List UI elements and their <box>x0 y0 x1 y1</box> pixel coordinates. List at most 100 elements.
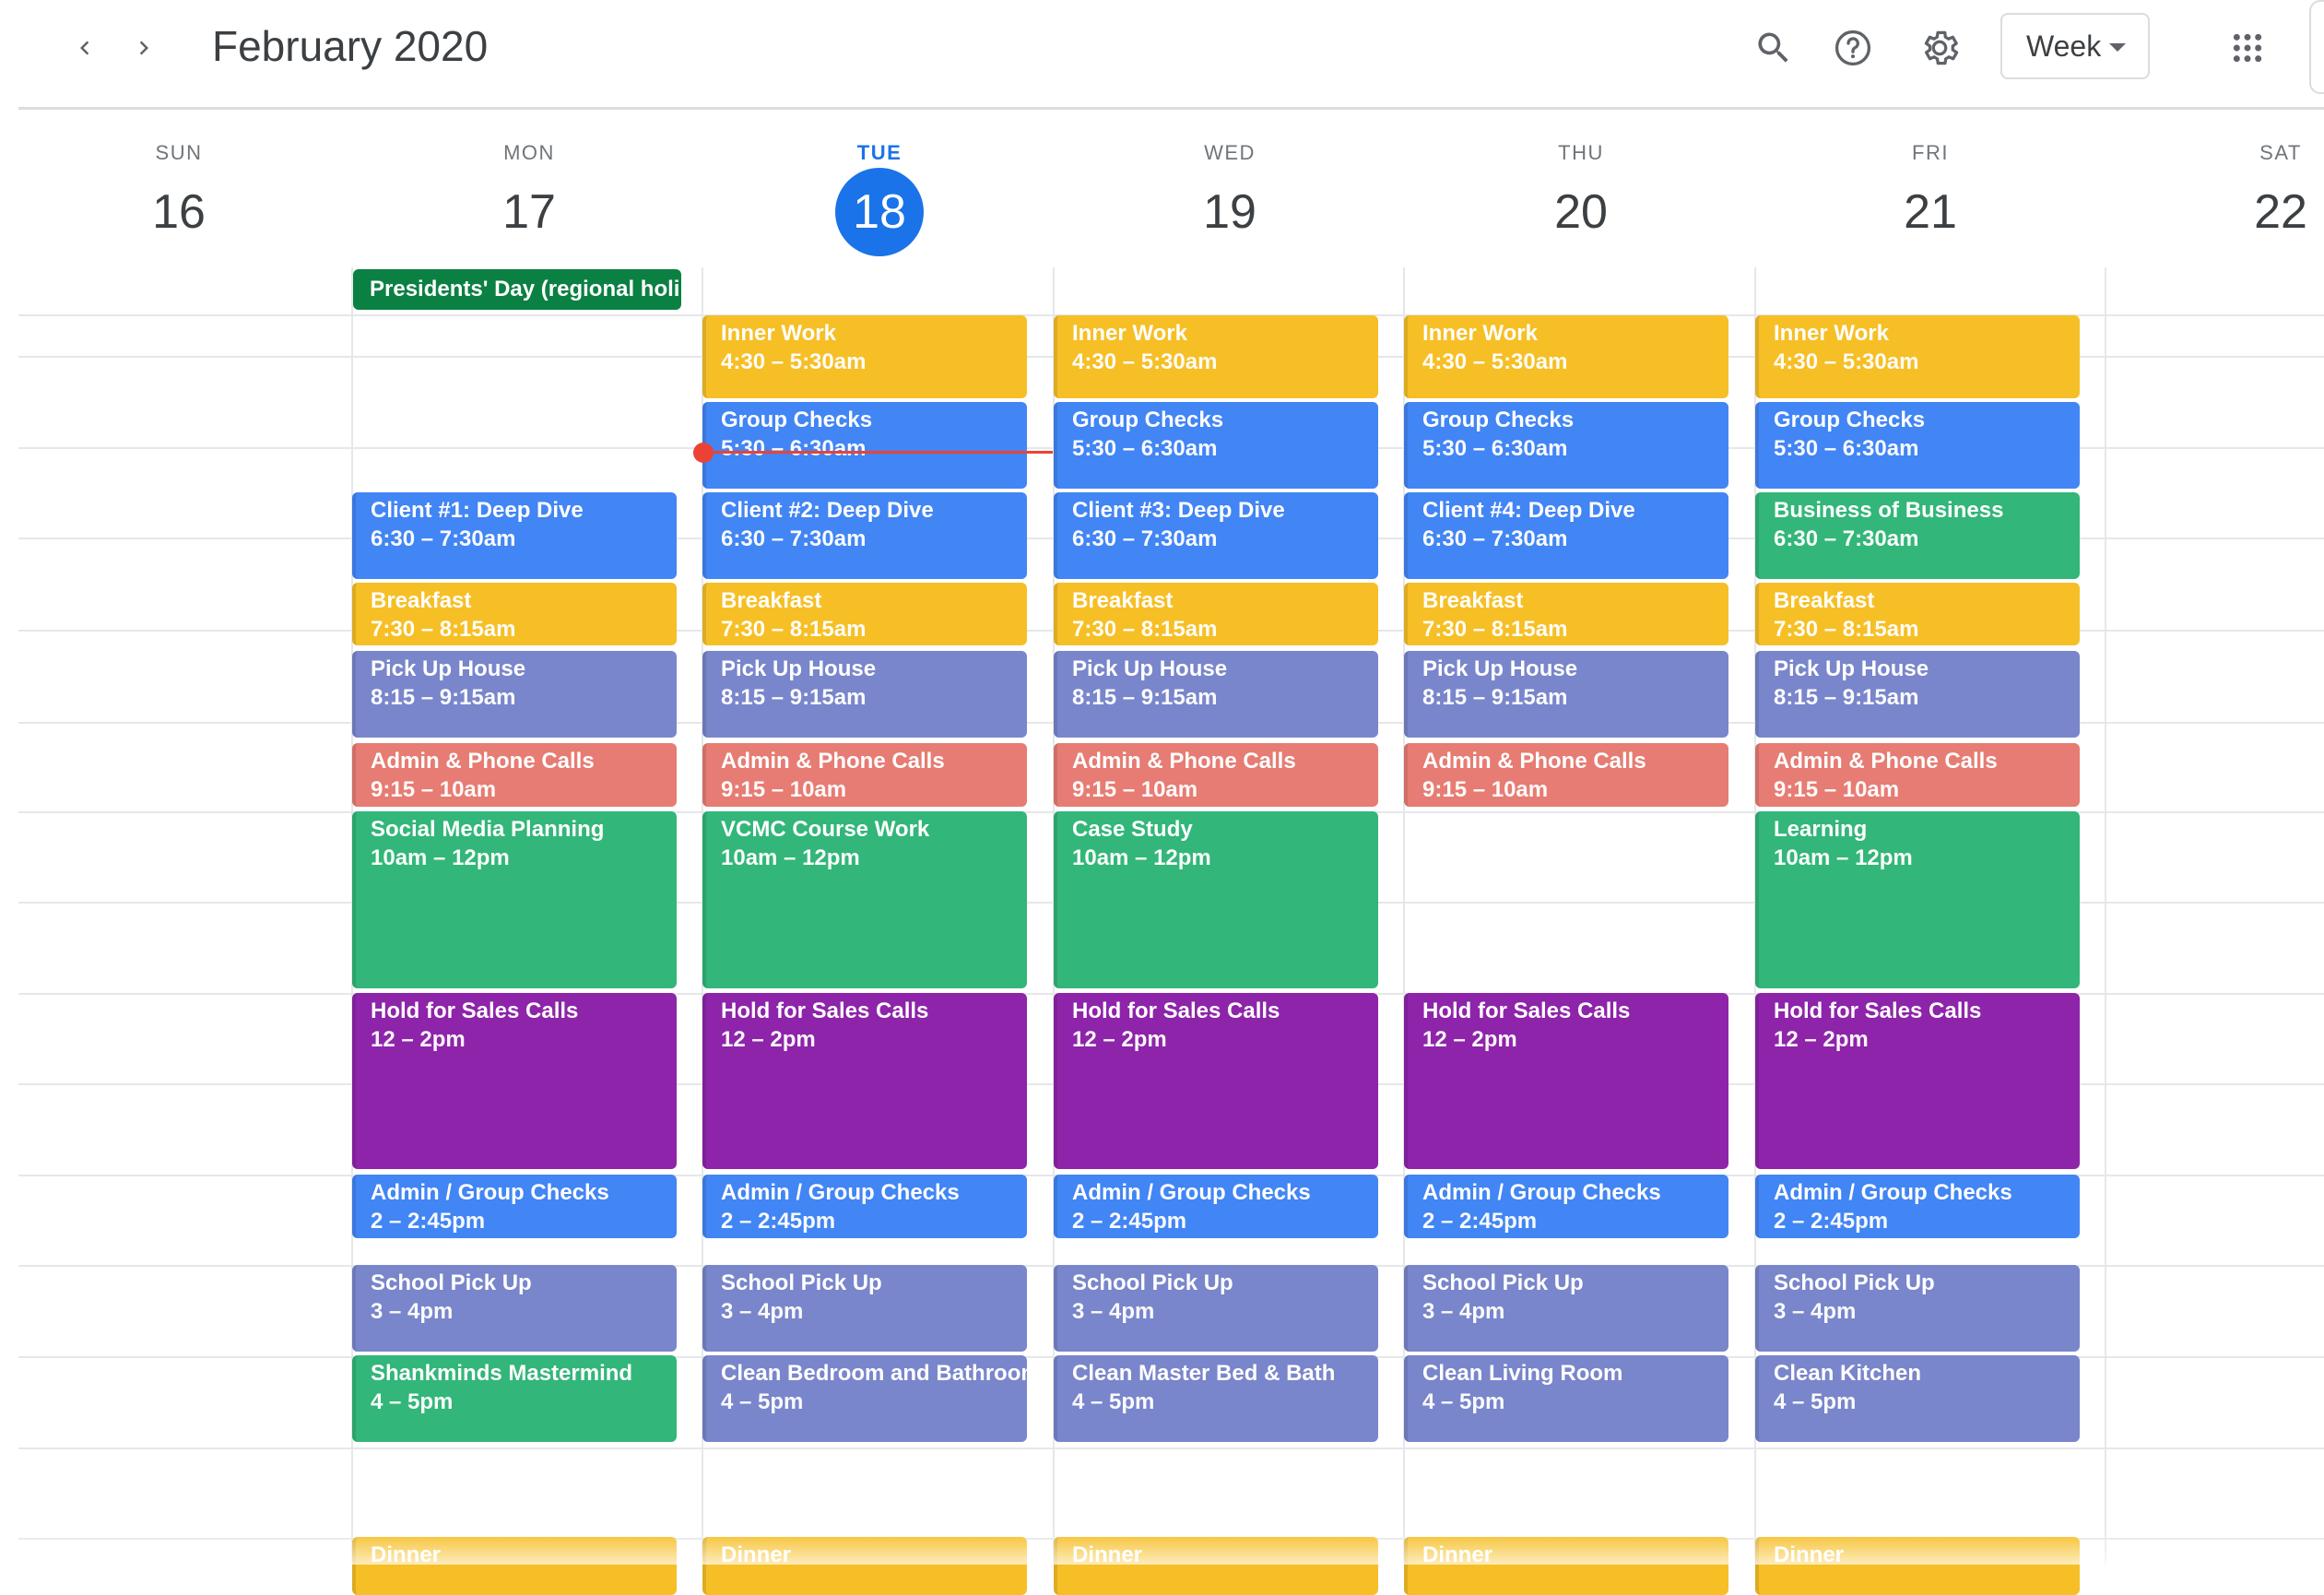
previous-week-button[interactable] <box>57 20 112 76</box>
calendar-event[interactable]: Social Media Planning 10am – 12pm <box>352 811 677 988</box>
calendar-event[interactable]: Hold for Sales Calls 12 – 2pm <box>702 993 1027 1169</box>
calendar-event[interactable]: Business of Business 6:30 – 7:30am <box>1755 492 2080 579</box>
calendar-event[interactable]: Learning 10am – 12pm <box>1755 811 2080 988</box>
event-time: 5:30 – 6:30am <box>1072 436 1218 461</box>
day-number-thu[interactable]: 20 <box>1526 183 1636 242</box>
calendar-event[interactable]: Admin & Phone Calls 9:15 – 10am <box>352 743 677 807</box>
event-title: VCMC Course Work <box>721 817 930 842</box>
event-title: Breakfast <box>1422 588 1524 613</box>
calendar-event[interactable]: Client #2: Deep Dive 6:30 – 7:30am <box>702 492 1027 579</box>
calendar-event[interactable]: Hold for Sales Calls 12 – 2pm <box>352 993 677 1169</box>
day-number-sun[interactable]: 16 <box>124 183 234 242</box>
event-time: 8:15 – 9:15am <box>1422 685 1568 710</box>
calendar-event[interactable]: Admin / Group Checks 2 – 2:45pm <box>702 1175 1027 1238</box>
calendar-event[interactable]: School Pick Up 3 – 4pm <box>1054 1265 1378 1352</box>
calendar-event[interactable]: Admin & Phone Calls 9:15 – 10am <box>1054 743 1378 807</box>
calendar-event[interactable]: Group Checks 5:30 – 6:30am <box>1404 402 1728 489</box>
settings-button[interactable] <box>1910 18 1969 77</box>
calendar-event[interactable]: Admin / Group Checks 2 – 2:45pm <box>1054 1175 1378 1238</box>
calendar-event[interactable]: Breakfast 7:30 – 8:15am <box>702 583 1027 645</box>
calendar-event[interactable]: Group Checks 5:30 – 6:30am <box>1054 402 1378 489</box>
event-title: Shankminds Mastermind <box>371 1361 633 1386</box>
view-switcher-dropdown[interactable]: Week <box>2000 13 2150 79</box>
event-time: 2 – 2:45pm <box>721 1209 836 1234</box>
calendar-event[interactable]: Admin / Group Checks 2 – 2:45pm <box>1404 1175 1728 1238</box>
day-number-tue[interactable]: 18 <box>824 183 935 242</box>
event-title: Group Checks <box>721 408 873 432</box>
calendar-event[interactable]: Admin / Group Checks 2 – 2:45pm <box>352 1175 677 1238</box>
calendar-event[interactable]: School Pick Up 3 – 4pm <box>352 1265 677 1352</box>
calendar-event[interactable]: Clean Living Room 4 – 5pm <box>1404 1355 1728 1442</box>
event-time: 9:15 – 10am <box>1774 777 1900 802</box>
calendar-event[interactable]: Admin / Group Checks 2 – 2:45pm <box>1755 1175 2080 1238</box>
calendar-event[interactable]: Hold for Sales Calls 12 – 2pm <box>1404 993 1728 1169</box>
event-title: Hold for Sales Calls <box>1422 998 1631 1023</box>
calendar-event[interactable]: Client #1: Deep Dive 6:30 – 7:30am <box>352 492 677 579</box>
all-day-event[interactable]: Presidents' Day (regional holi <box>353 269 681 310</box>
day-number-sat[interactable]: 22 <box>2225 183 2324 242</box>
calendar-event[interactable]: Inner Work 4:30 – 5:30am <box>1054 315 1378 398</box>
hour-gridline <box>18 1447 2324 1449</box>
calendar-event[interactable]: Group Checks 5:30 – 6:30am <box>1755 402 2080 489</box>
day-number-mon[interactable]: 17 <box>474 183 584 242</box>
event-title: School Pick Up <box>371 1270 532 1295</box>
calendar-event[interactable]: Admin & Phone Calls 9:15 – 10am <box>1755 743 2080 807</box>
chevron-left-icon <box>80 41 89 55</box>
search-button[interactable] <box>1744 18 1803 77</box>
calendar-event[interactable]: Breakfast 7:30 – 8:15am <box>1404 583 1728 645</box>
calendar-event[interactable]: Pick Up House 8:15 – 9:15am <box>702 651 1027 738</box>
calendar-event[interactable]: Inner Work 4:30 – 5:30am <box>1755 315 2080 398</box>
event-time: 6:30 – 7:30am <box>1422 526 1568 551</box>
calendar-event[interactable]: Pick Up House 8:15 – 9:15am <box>1755 651 2080 738</box>
event-title: Admin / Group Checks <box>1774 1180 2012 1205</box>
day-number-wed[interactable]: 19 <box>1174 183 1285 242</box>
event-title: School Pick Up <box>1072 1270 1233 1295</box>
event-time: 8:15 – 9:15am <box>1774 685 1919 710</box>
day-column-divider <box>2105 267 2106 1565</box>
event-title: Pick Up House <box>371 656 526 681</box>
event-title: Admin / Group Checks <box>1072 1180 1311 1205</box>
event-time: 10am – 12pm <box>1072 845 1211 870</box>
event-title: School Pick Up <box>721 1270 882 1295</box>
event-time: 7:30 – 8:15am <box>721 617 867 642</box>
day-name-mon: MON <box>503 141 555 164</box>
calendar-event[interactable]: Pick Up House 8:15 – 9:15am <box>352 651 677 738</box>
event-time: 9:15 – 10am <box>1072 777 1198 802</box>
calendar-event[interactable]: Clean Bedroom and Bathroom 4 – 5pm <box>702 1355 1027 1442</box>
help-button[interactable] <box>1823 18 1882 77</box>
calendar-event[interactable]: Inner Work 4:30 – 5:30am <box>702 315 1027 398</box>
event-title: Hold for Sales Calls <box>371 998 579 1023</box>
calendar-event[interactable]: Client #3: Deep Dive 6:30 – 7:30am <box>1054 492 1378 579</box>
calendar-event[interactable]: Clean Kitchen 4 – 5pm <box>1755 1355 2080 1442</box>
calendar-event[interactable]: School Pick Up 3 – 4pm <box>702 1265 1027 1352</box>
calendar-event[interactable]: Client #4: Deep Dive 6:30 – 7:30am <box>1404 492 1728 579</box>
calendar-event[interactable]: Hold for Sales Calls 12 – 2pm <box>1054 993 1378 1169</box>
event-time: 9:15 – 10am <box>371 777 497 802</box>
event-time: 7:30 – 8:15am <box>1774 617 1919 642</box>
calendar-event[interactable]: Inner Work 4:30 – 5:30am <box>1404 315 1728 398</box>
view-switcher-label: Week <box>2026 29 2102 63</box>
event-title: Inner Work <box>1422 321 1538 346</box>
calendar-event[interactable]: Pick Up House 8:15 – 9:15am <box>1054 651 1378 738</box>
calendar-event[interactable]: School Pick Up 3 – 4pm <box>1755 1265 2080 1352</box>
day-name-sun: SUN <box>155 141 203 164</box>
calendar-event[interactable]: VCMC Course Work 10am – 12pm <box>702 811 1027 988</box>
calendar-event[interactable]: Breakfast 7:30 – 8:15am <box>1755 583 2080 645</box>
next-week-button[interactable] <box>116 20 171 76</box>
event-time: 12 – 2pm <box>1774 1027 1869 1052</box>
day-number-fri[interactable]: 21 <box>1875 183 1986 242</box>
calendar-event[interactable]: Pick Up House 8:15 – 9:15am <box>1404 651 1728 738</box>
calendar-event[interactable]: Group Checks 5:30 – 6:30am <box>702 402 1027 489</box>
event-title: Pick Up House <box>721 656 877 681</box>
calendar-event[interactable]: Case Study 10am – 12pm <box>1054 811 1378 988</box>
calendar-event[interactable]: Breakfast 7:30 – 8:15am <box>1054 583 1378 645</box>
calendar-event[interactable]: Clean Master Bed & Bath 4 – 5pm <box>1054 1355 1378 1442</box>
event-time: 12 – 2pm <box>1072 1027 1167 1052</box>
calendar-event[interactable]: Shankminds Mastermind 4 – 5pm <box>352 1355 677 1442</box>
calendar-event[interactable]: Admin & Phone Calls 9:15 – 10am <box>702 743 1027 807</box>
calendar-event[interactable]: Breakfast 7:30 – 8:15am <box>352 583 677 645</box>
calendar-event[interactable]: School Pick Up 3 – 4pm <box>1404 1265 1728 1352</box>
calendar-event[interactable]: Admin & Phone Calls 9:15 – 10am <box>1404 743 1728 807</box>
calendar-event[interactable]: Hold for Sales Calls 12 – 2pm <box>1755 993 2080 1169</box>
apps-button[interactable] <box>2218 18 2277 77</box>
